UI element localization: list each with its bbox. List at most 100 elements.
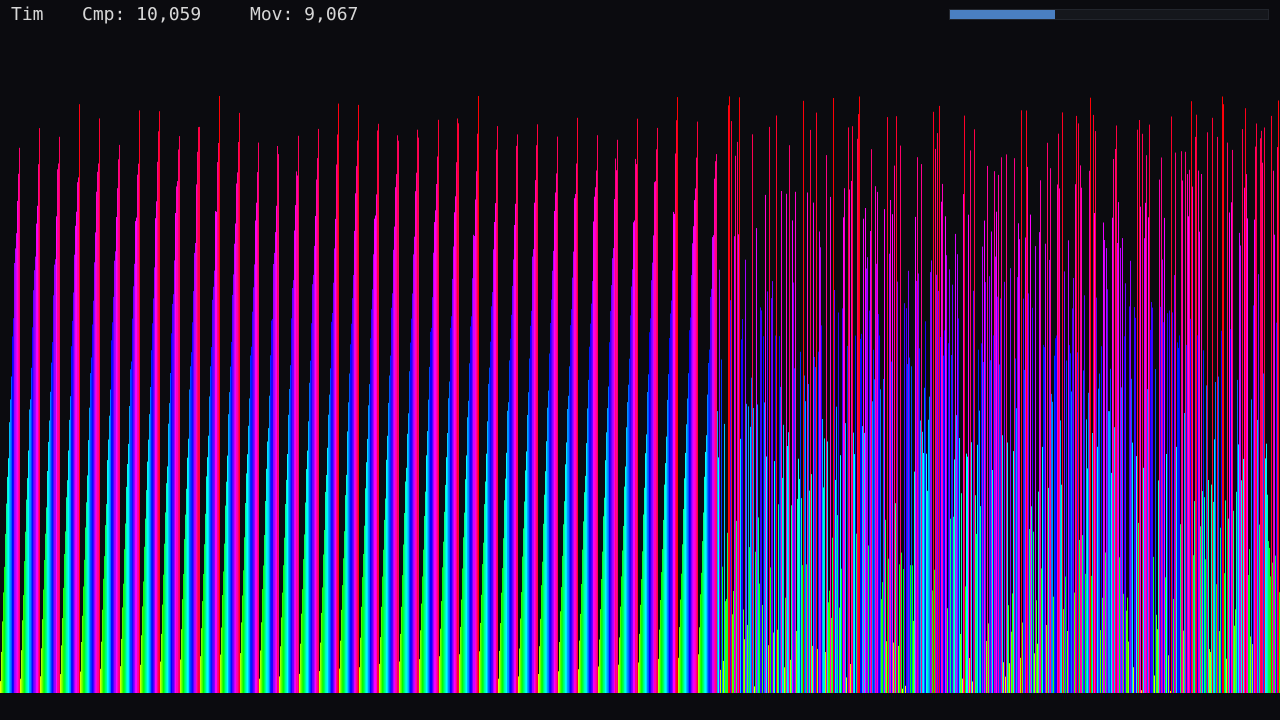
array-bar [705,451,706,693]
array-bar [319,671,320,693]
array-bar [1237,379,1238,693]
array-bar [1236,491,1237,693]
array-bar [44,560,45,693]
array-bar [539,646,540,693]
array-bar [61,645,62,693]
array-bar [681,573,682,693]
array-bar [508,402,509,693]
array-bar [925,321,926,693]
array-bar [731,121,732,694]
array-bar [439,656,440,693]
array-bar [793,282,794,693]
array-bar [267,441,268,693]
array-bar [119,144,120,693]
array-bar [282,592,283,693]
array-bar [26,499,27,693]
array-bar [946,255,947,693]
array-bar [1245,108,1246,693]
array-bar [237,172,238,693]
array-bar [290,365,291,693]
array-bar [954,459,955,693]
array-bar [107,460,108,693]
array-bar [699,627,700,693]
array-bar [1223,104,1224,693]
array-bar [325,491,326,693]
array-bar [528,392,529,693]
array-bar [740,438,741,693]
array-bar [694,200,695,693]
array-bar [894,165,895,694]
array-bar [913,620,914,693]
array-bar [1070,353,1071,693]
array-bar [552,270,553,693]
array-bar [1071,391,1072,693]
array-bar [421,603,422,693]
array-bar [611,285,612,693]
array-bar [37,205,38,694]
array-bar [998,174,999,693]
array-bar [1120,247,1121,693]
array-bar [648,374,649,693]
array-bar [25,531,26,693]
array-bar [718,457,719,693]
array-bar [1166,454,1167,693]
array-bar [1065,576,1066,693]
array-bar [1251,399,1252,693]
array-bar [871,149,872,693]
array-bar [488,383,489,693]
array-bar [257,172,258,694]
array-bar [29,409,30,693]
array-bar [897,281,898,693]
array-bar [33,290,34,693]
array-bar [460,626,461,693]
array-bar [971,442,972,693]
array-bar [859,96,860,693]
array-bar [283,565,284,693]
array-bar [960,634,961,693]
array-bar [27,478,28,693]
array-bar [462,568,463,693]
array-bar [512,285,513,693]
array-bar [921,164,922,694]
array-bar [804,375,805,693]
array-bar [77,182,78,693]
array-bar [841,568,842,693]
array-bar [363,554,364,693]
array-bar [640,604,641,693]
array-bar [1017,277,1018,693]
array-bar [46,507,47,693]
array-bar [303,559,304,693]
array-bar [513,259,514,693]
array-bar [896,116,897,693]
array-bar [1270,576,1271,693]
array-bar [1239,232,1240,693]
array-bar [301,613,302,693]
array-bar [732,614,733,693]
array-bar [1082,535,1083,693]
array-bar [139,110,140,693]
array-bar [236,183,237,693]
array-bar [170,373,171,693]
array-bar [1133,667,1134,693]
array-bar [133,286,134,693]
array-bar [698,654,699,693]
array-bar [123,583,124,693]
array-bar [260,650,261,693]
array-bar [341,609,342,693]
array-bar [968,214,969,693]
array-bar [309,382,310,693]
array-bar [3,592,4,693]
array-bar [1049,259,1050,693]
array-bar [234,243,235,693]
array-bar [254,264,255,693]
array-bar [812,645,813,693]
array-bar [927,490,928,693]
array-bar [937,133,938,694]
array-bar [445,484,446,693]
array-bar [1044,347,1045,693]
array-bar [590,323,591,693]
array-bar [271,320,272,693]
array-bar [778,504,779,693]
array-bar [813,202,814,693]
array-bar [941,201,942,693]
